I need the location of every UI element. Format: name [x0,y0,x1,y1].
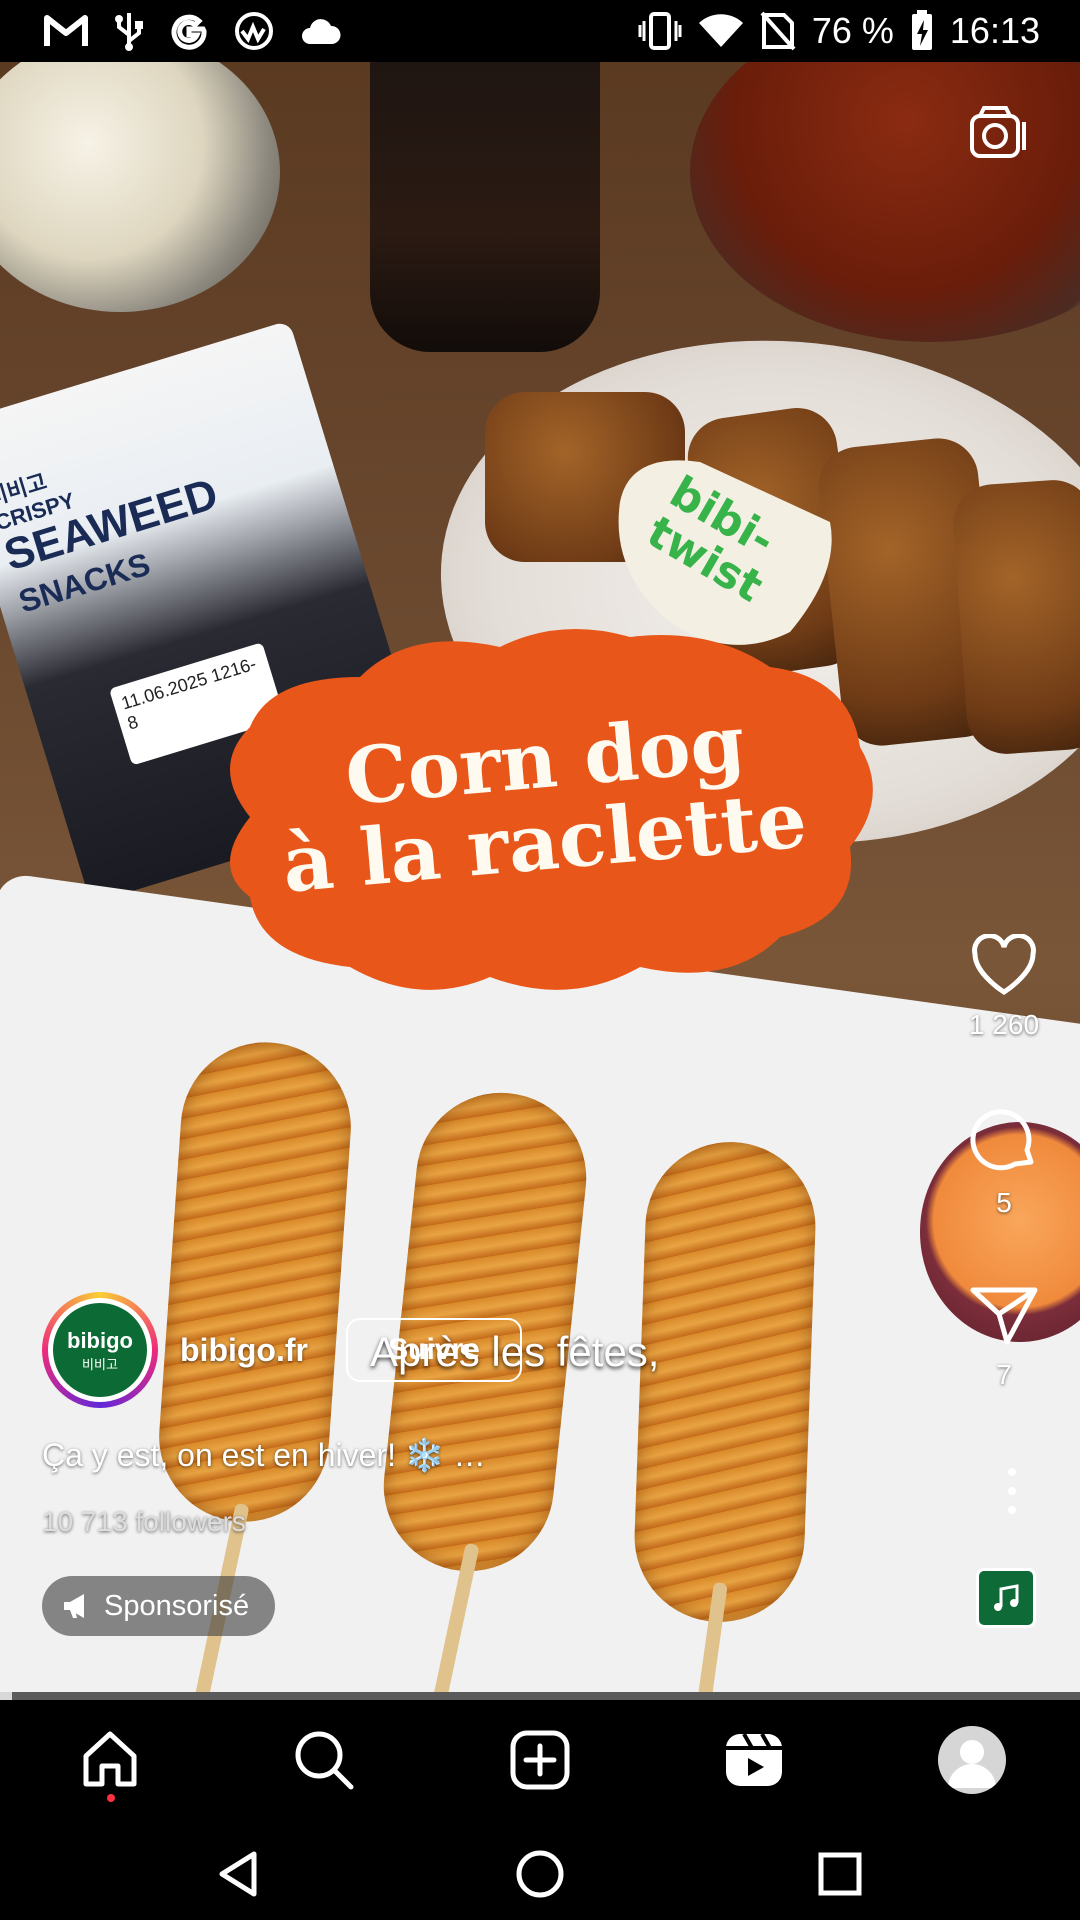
recents-button[interactable] [814,1848,866,1900]
camera-button[interactable] [966,102,1030,166]
megaphone-icon [64,1594,84,1618]
video-progress-fill [0,1692,12,1700]
home-circle-icon [516,1850,564,1898]
back-triangle-icon [219,1851,257,1897]
home-icon [83,1731,137,1787]
creator-row: bibigo 비비고 bibigo.fr Suivre [42,1292,522,1408]
create-icon [510,1730,570,1790]
share-count: 7 [996,1359,1012,1390]
wifi-icon [698,14,743,47]
cloud-icon [302,19,341,44]
bottom-navigation [0,1700,1080,1820]
sponsored-label: Sponsorisé [104,1589,250,1622]
follower-count: 10 713 followers [42,1506,246,1537]
video-progress-bar[interactable] [0,1692,1080,1700]
profile-avatar[interactable] [938,1726,1006,1794]
nav-search[interactable] [292,1728,356,1792]
follow-button[interactable]: Suivre [345,1318,522,1382]
usb-icon [115,13,143,51]
send-icon [970,1287,1038,1345]
nav-reels[interactable] [722,1728,786,1792]
vibrate-icon [638,12,682,50]
home-button[interactable] [514,1848,566,1900]
gmail-icon [44,15,88,46]
creator-avatar[interactable]: bibigo 비비고 [42,1292,158,1408]
soda-glass [370,62,600,352]
vpn-globe-icon [235,12,273,50]
title-badge: Corn dog à la raclette [210,617,880,1017]
like-button[interactable]: 1 260 [954,933,1054,1041]
heart-icon [972,933,1036,995]
audio-button[interactable] [976,1568,1036,1628]
status-left-icons [44,10,342,52]
status-bar: 76 % 16:13 [0,0,1080,62]
status-right-icons: 76 % 16:13 [638,8,1040,54]
comment-icon [970,1109,1034,1171]
comment-button[interactable]: 5 [954,1106,1054,1219]
croquette [950,477,1080,757]
comment-count: 5 [996,1187,1012,1218]
recents-square-icon [818,1852,862,1896]
corn-dog [631,1139,819,1625]
package-brand: 비비고 CRISPY SEAWEED SNACKS [0,468,224,620]
share-button[interactable]: 7 [954,1284,1054,1391]
battery-charging-icon [911,10,932,50]
profile-avatar-icon [948,1740,996,1788]
bibigo-logo: bibigo 비비고 [53,1303,147,1397]
sponsored-badge[interactable]: Sponsorisé [42,1576,276,1636]
search-icon [295,1731,354,1790]
music-note-icon [994,1584,1019,1611]
post-caption[interactable]: Ça y est, on est en hiver! ❄️ … [42,1436,486,1474]
like-count: 1 260 [968,1009,1040,1040]
back-button[interactable] [214,1848,266,1900]
more-options-icon[interactable] [1007,1468,1017,1514]
nav-home[interactable] [78,1728,142,1792]
notification-dot [107,1794,115,1802]
nav-create[interactable] [508,1728,572,1792]
google-icon [171,14,207,50]
no-sim-icon [760,11,796,51]
popcorn-bowl [0,62,280,312]
creator-username[interactable]: bibigo.fr [180,1332,308,1369]
battery-percent: 76 % [811,10,894,51]
system-navigation [0,1820,1080,1920]
clock: 16:13 [949,10,1040,51]
camera-icon [970,106,1026,158]
reels-icon [726,1733,782,1786]
